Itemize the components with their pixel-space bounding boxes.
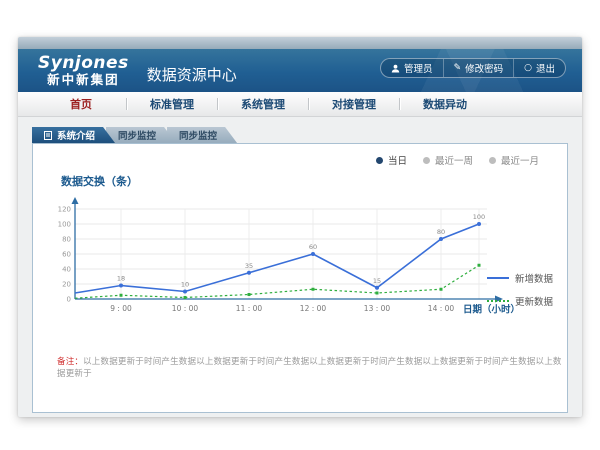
change-password-label: 修改密码: [465, 61, 503, 75]
logo-subtitle: 新中新集团: [38, 73, 129, 86]
svg-text:11 : 00: 11 : 00: [236, 304, 263, 313]
user-label: 管理员: [404, 61, 433, 75]
footnote: 备注：以上数据更新于时间产生数据以上数据更新于时间产生数据以上数据更新于时间产生…: [57, 355, 567, 379]
dotted-line-icon: [487, 300, 509, 302]
nav-item-home[interactable]: 首页: [46, 96, 116, 112]
legend-item-new-data: 新增数据: [487, 271, 553, 285]
user-button[interactable]: 管理员: [381, 59, 443, 77]
logo-name: Synjones: [38, 55, 129, 73]
radio-today[interactable]: 当日: [376, 153, 407, 167]
radio-dot-icon: [489, 157, 496, 164]
tab-label: 系统介绍: [57, 128, 95, 142]
nav-item-interface-mgmt[interactable]: 对接管理: [319, 96, 389, 112]
app-header: Synjones 新中新集团 数据资源中心 管理员 ✎ 修改密码 ○ 退出: [18, 49, 582, 92]
tab-label: 同步监控: [118, 128, 156, 142]
document-icon: [44, 131, 52, 140]
line-chart: 0 20 40 60 80 100 120 9 : 00 10 : 00 11 : 00 12 : …: [51, 195, 531, 333]
main-nav: 首页 标准管理 系统管理 对接管理 数据异动: [18, 92, 582, 117]
svg-text:20: 20: [62, 281, 71, 289]
svg-text:120: 120: [58, 206, 71, 214]
user-icon: [391, 64, 400, 73]
svg-text:35: 35: [245, 262, 253, 270]
footnote-prefix: 备注：: [57, 357, 83, 367]
radio-label: 当日: [388, 153, 407, 167]
tab-system-intro[interactable]: 系统介绍: [32, 127, 115, 143]
svg-text:100: 100: [473, 213, 485, 221]
radio-dot-icon: [376, 157, 383, 164]
nav-item-standard-mgmt[interactable]: 标准管理: [137, 96, 207, 112]
power-icon: ○: [524, 64, 532, 73]
svg-text:80: 80: [62, 236, 71, 244]
tab-sync-monitor-2[interactable]: 同步监控: [167, 127, 237, 143]
svg-text:40: 40: [62, 266, 71, 274]
legend-item-updated-data: 更新数据: [487, 294, 553, 308]
content-area: 系统介绍 同步监控 同步监控 当日 最近一周: [18, 117, 582, 413]
logout-label: 退出: [536, 61, 555, 75]
tab-sync-monitor-1[interactable]: 同步监控: [106, 127, 176, 143]
change-password-button[interactable]: ✎ 修改密码: [443, 59, 514, 77]
tab-label: 同步监控: [179, 128, 217, 142]
nav-divider: [126, 98, 127, 110]
chart-legend: 新增数据 更新数据: [487, 271, 553, 308]
header-actions: 管理员 ✎ 修改密码 ○ 退出: [380, 58, 566, 78]
svg-text:9 : 00: 9 : 00: [110, 304, 132, 313]
svg-text:10: 10: [181, 281, 189, 289]
svg-text:14 : 00: 14 : 00: [428, 304, 455, 313]
svg-text:60: 60: [62, 251, 71, 259]
footnote-text: 以上数据更新于时间产生数据以上数据更新于时间产生数据以上数据更新于时间产生数据以…: [57, 357, 562, 379]
range-filter-group: 当日 最近一周 最近一月: [33, 144, 567, 167]
svg-text:60: 60: [309, 243, 317, 251]
radio-last-month[interactable]: 最近一月: [489, 153, 539, 167]
svg-text:80: 80: [437, 228, 445, 236]
radio-dot-icon: [423, 157, 430, 164]
nav-divider: [399, 98, 400, 110]
svg-text:15: 15: [373, 277, 381, 285]
page-title: 数据资源中心: [147, 64, 237, 85]
window-top-strip: [18, 37, 582, 49]
svg-text:10 : 00: 10 : 00: [172, 304, 199, 313]
nav-item-data-change[interactable]: 数据异动: [410, 96, 480, 112]
edit-icon: ✎: [454, 64, 462, 73]
tab-bar: 系统介绍 同步监控 同步监控: [32, 127, 568, 143]
radio-last-week[interactable]: 最近一周: [423, 153, 473, 167]
nav-divider: [308, 98, 309, 110]
app-window: Synjones 新中新集团 数据资源中心 管理员 ✎ 修改密码 ○ 退出 首页: [18, 37, 582, 417]
nav-divider: [217, 98, 218, 110]
legend-label: 更新数据: [515, 294, 553, 308]
company-logo: Synjones 新中新集团: [38, 55, 129, 86]
chart-panel: 当日 最近一周 最近一月 数据交换（条） 0 20 40 60 80 100 120 9 : …: [32, 143, 568, 413]
legend-label: 新增数据: [515, 271, 553, 285]
chart-area: 0 20 40 60 80 100 120 9 : 00 10 : 00 11 : 00 12 : …: [51, 195, 567, 337]
radio-label: 最近一周: [435, 153, 473, 167]
chart-y-axis-title: 数据交换（条）: [61, 173, 567, 189]
logout-button[interactable]: ○ 退出: [513, 59, 565, 77]
svg-text:12 : 00: 12 : 00: [300, 304, 327, 313]
radio-label: 最近一月: [501, 153, 539, 167]
svg-text:13 : 00: 13 : 00: [364, 304, 391, 313]
svg-text:100: 100: [58, 221, 71, 229]
nav-item-system-mgmt[interactable]: 系统管理: [228, 96, 298, 112]
svg-text:18: 18: [117, 275, 125, 283]
solid-line-icon: [487, 277, 509, 279]
svg-text:0: 0: [67, 296, 71, 304]
